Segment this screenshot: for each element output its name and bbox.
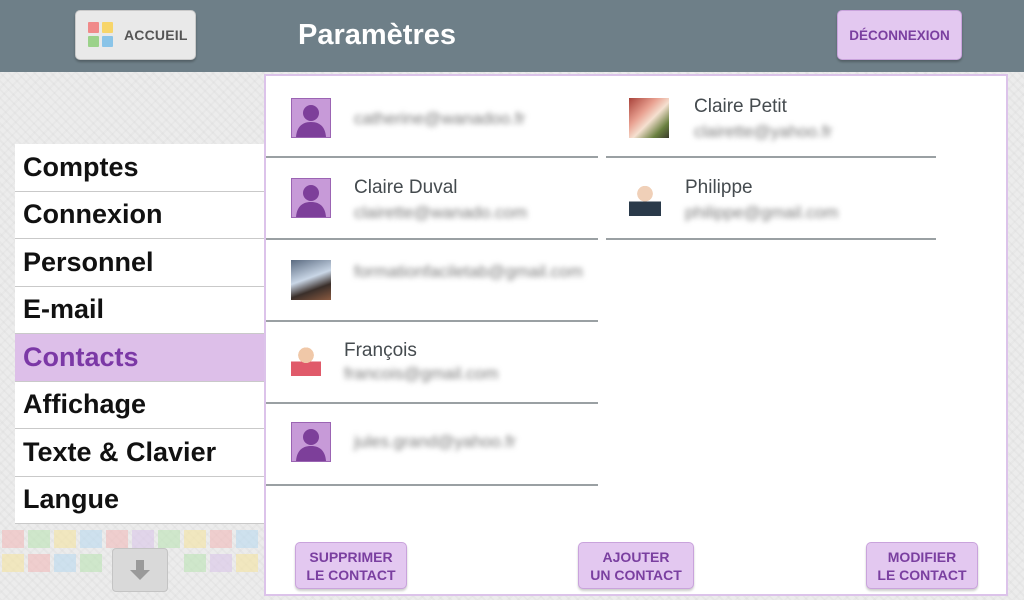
contact-avatar-placeholder [291, 178, 331, 218]
contact-email: francois@gmail.com [344, 364, 499, 383]
contact-email: jules.grand@yahoo.fr [354, 432, 516, 451]
contact-photo-icon [291, 344, 321, 376]
contact-name: François [344, 340, 417, 361]
scroll-down-button[interactable] [112, 548, 168, 592]
contact-email: clairette@wanado.com [354, 203, 528, 222]
edit-contact-button[interactable]: MODIFIER LE CONTACT [866, 542, 978, 589]
contact-name: Claire Petit [694, 96, 787, 117]
contact-item[interactable]: François francois@gmail.com [266, 322, 598, 404]
contact-name: Philippe [685, 177, 753, 198]
contact-photo-icon [629, 98, 669, 138]
menu-item-langue[interactable]: Langue [15, 477, 264, 524]
contact-item[interactable]: formationfaciletab@gmail.com [266, 240, 598, 322]
contact-email: formationfaciletab@gmail.com [354, 262, 583, 281]
add-contact-button[interactable]: AJOUTER UN CONTACT [578, 542, 694, 589]
menu-item-connexion[interactable]: Connexion [15, 192, 264, 239]
arrow-down-icon [130, 560, 150, 580]
home-tiles-icon [88, 21, 115, 49]
contact-avatar-placeholder [291, 98, 331, 138]
contacts-panel: catherine@wanadoo.fr Claire Duval claire… [264, 74, 1008, 596]
contact-item[interactable]: catherine@wanadoo.fr [266, 76, 598, 158]
delete-contact-button[interactable]: SUPPRIMER LE CONTACT [295, 542, 407, 589]
contact-item[interactable]: Claire Duval clairette@wanado.com [266, 158, 598, 240]
contact-photo-icon [291, 260, 331, 300]
menu-item-personnel[interactable]: Personnel [15, 239, 264, 287]
page-title: Paramètres [298, 19, 456, 51]
menu-item-affichage[interactable]: Affichage [15, 382, 264, 429]
home-button[interactable]: ACCUEIL [75, 10, 196, 60]
contact-email: clairette@yahoo.fr [694, 122, 833, 141]
contact-email: catherine@wanadoo.fr [354, 109, 526, 128]
contact-item[interactable]: Philippe philippe@gmail.com [606, 158, 936, 240]
menu-item-contacts[interactable]: Contacts [15, 334, 264, 382]
contact-avatar-placeholder [291, 422, 331, 462]
home-button-label: ACCUEIL [124, 27, 188, 43]
contact-photo-icon [629, 180, 661, 216]
menu-item-email[interactable]: E-mail [15, 287, 264, 334]
contact-item[interactable]: Claire Petit clairette@yahoo.fr [606, 76, 936, 158]
menu-item-comptes[interactable]: Comptes [15, 144, 264, 192]
settings-menu: Comptes Connexion Personnel E-mail Conta… [15, 144, 264, 524]
contact-name: Claire Duval [354, 177, 458, 198]
menu-item-texte-clavier[interactable]: Texte & Clavier [15, 429, 264, 477]
logout-button[interactable]: DÉCONNEXION [837, 10, 962, 60]
contact-item[interactable]: jules.grand@yahoo.fr [266, 404, 598, 486]
contact-email: philippe@gmail.com [685, 203, 839, 222]
